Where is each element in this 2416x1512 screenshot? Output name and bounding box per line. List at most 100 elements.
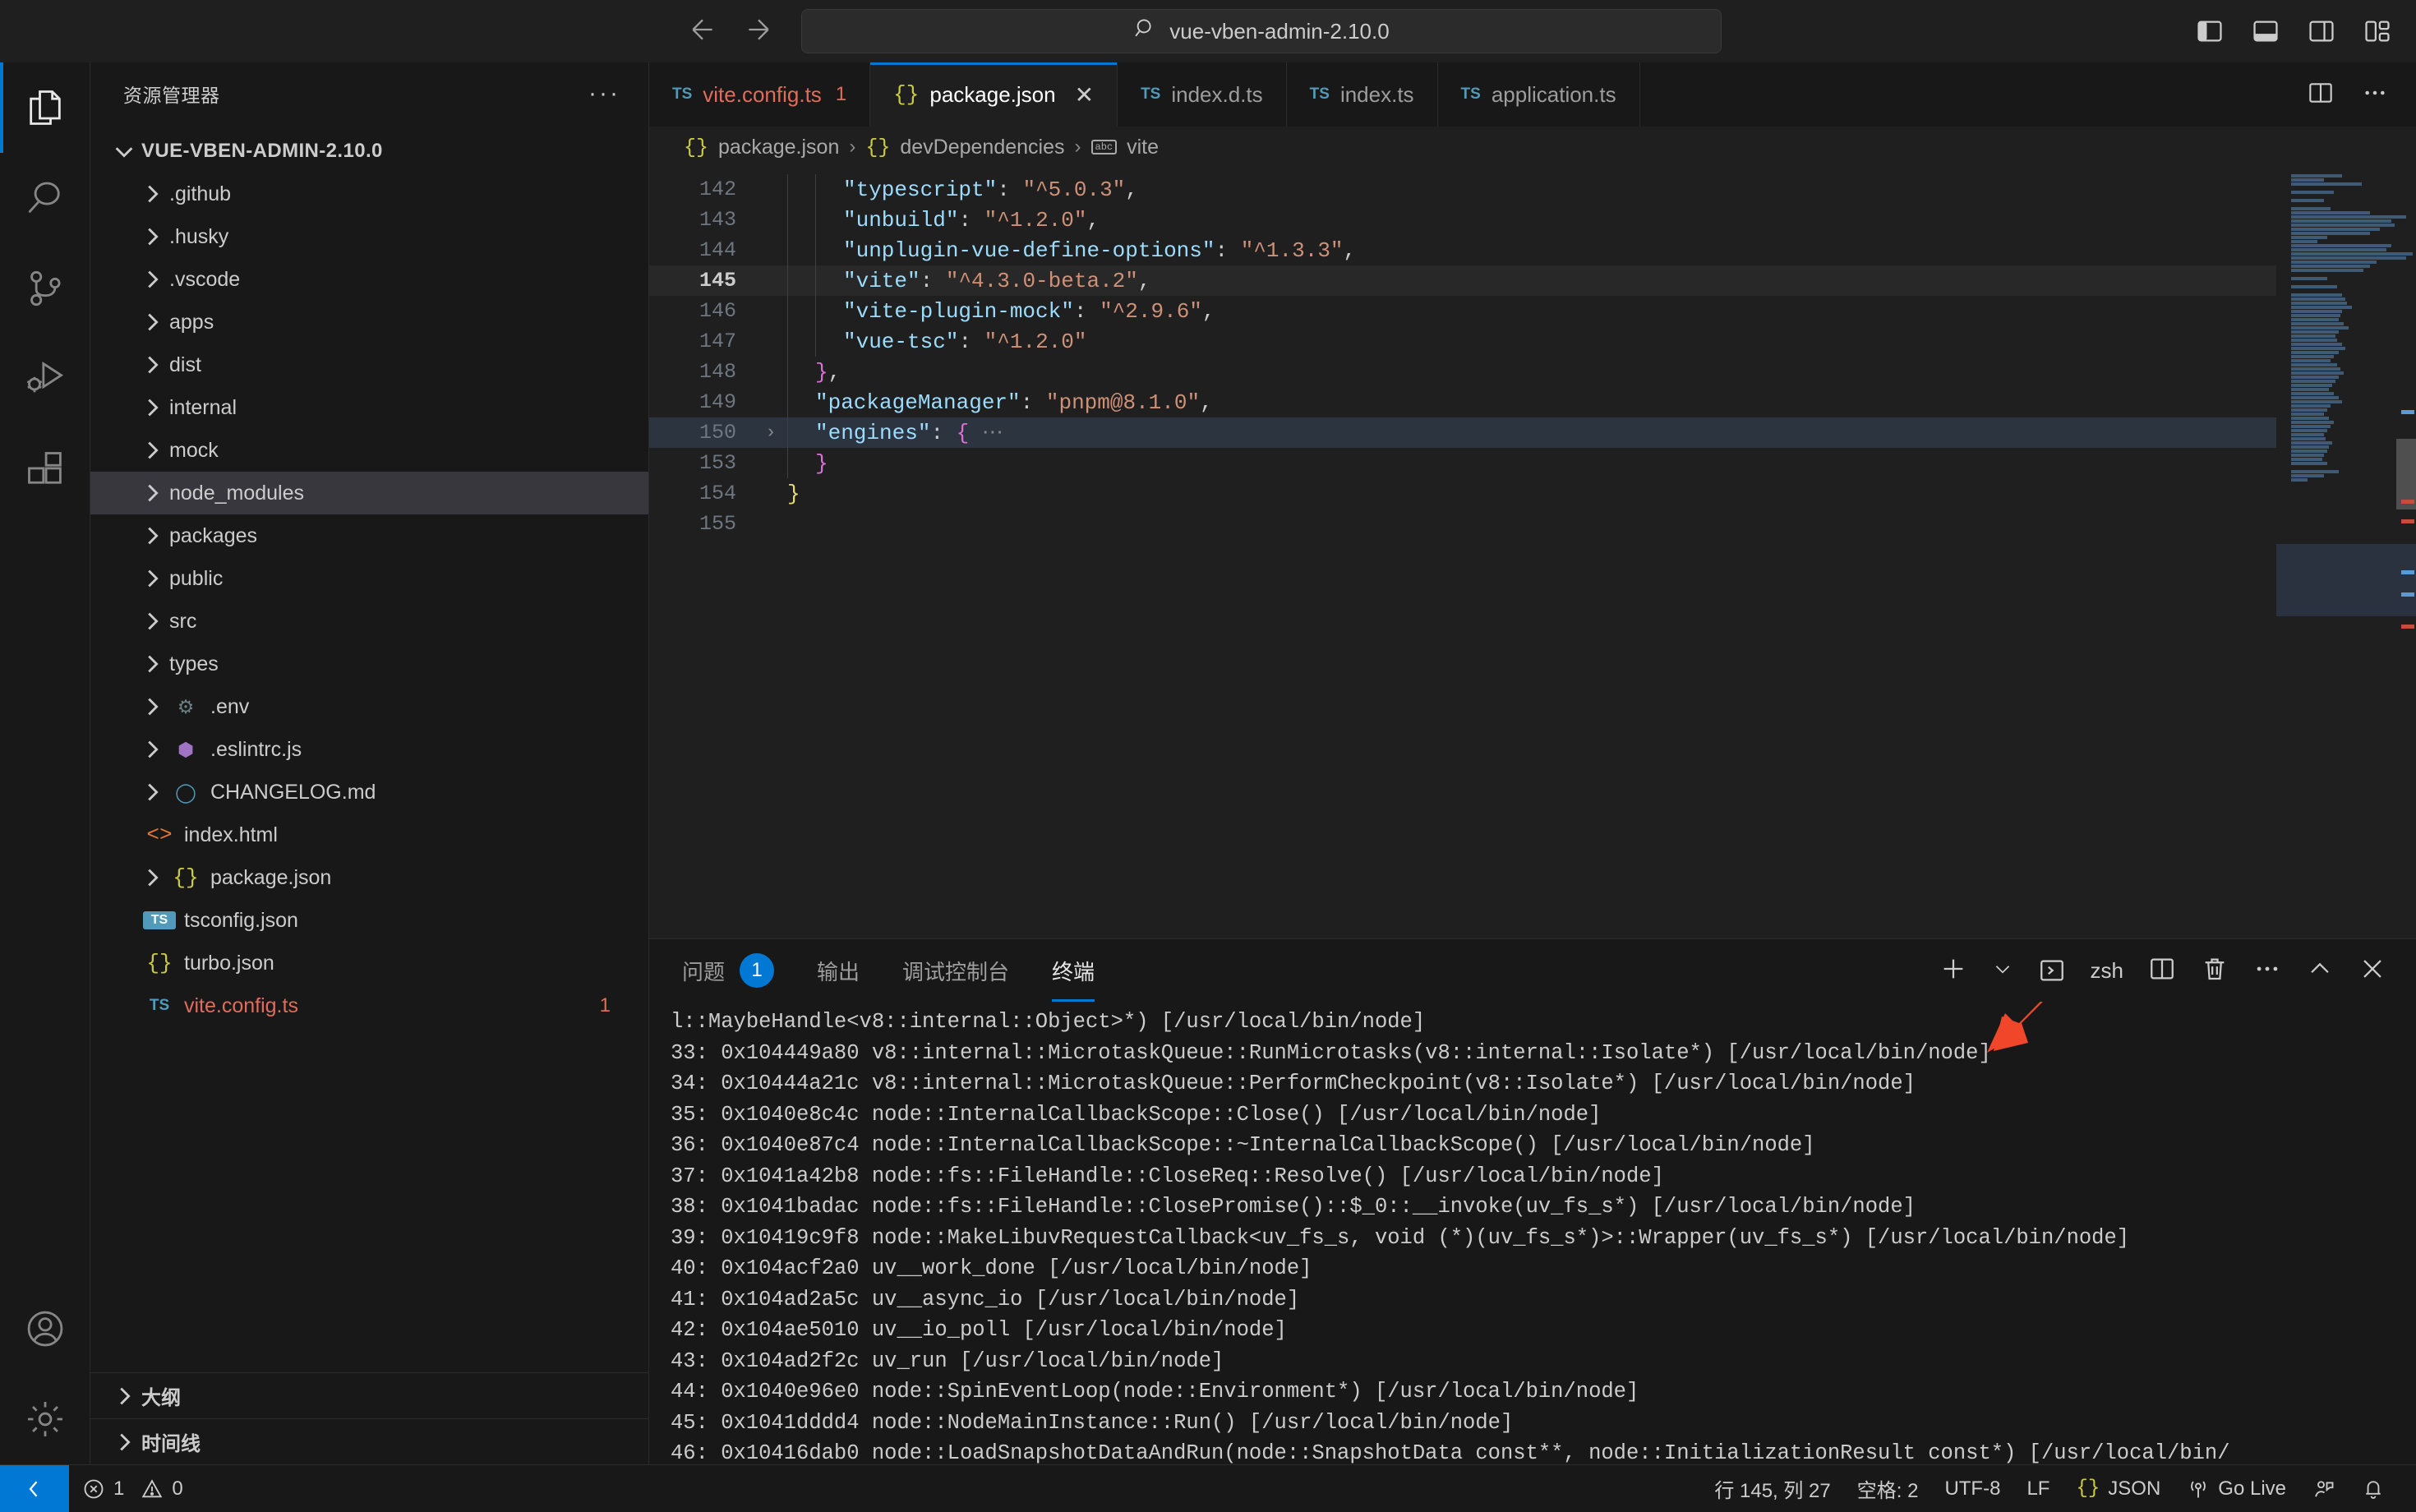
close-icon[interactable]: ✕ bbox=[1075, 81, 1094, 108]
typescript-icon: TS bbox=[149, 997, 170, 1014]
tree-item-github[interactable]: .github bbox=[90, 173, 648, 215]
editor-tab-application-ts[interactable]: TS application.ts bbox=[1437, 62, 1640, 127]
breadcrumb-item-symbol[interactable]: vite bbox=[1127, 136, 1159, 159]
indent-guide bbox=[815, 265, 843, 296]
tree-item-apps[interactable]: apps bbox=[90, 301, 648, 343]
fold-indicator[interactable]: › bbox=[754, 422, 787, 443]
tree-item-vscode[interactable]: .vscode bbox=[90, 258, 648, 301]
tree-item-types[interactable]: types bbox=[90, 643, 648, 685]
tree-item-dist[interactable]: dist bbox=[90, 343, 648, 386]
editor-tabs: TS vite.config.ts 1 {} package.json ✕ TS index.… bbox=[649, 62, 1640, 127]
tree-item-turbo-json[interactable]: {} turbo.json bbox=[90, 942, 648, 984]
activity-item-accounts[interactable] bbox=[0, 1284, 90, 1374]
sidebar-more-actions-icon[interactable]: ··· bbox=[588, 81, 620, 106]
tree-item-label: .github bbox=[169, 182, 232, 205]
editor-vertical-scrollbar[interactable] bbox=[2396, 168, 2416, 938]
broadcast-icon bbox=[2191, 1481, 2206, 1497]
tree-item-src[interactable]: src bbox=[90, 600, 648, 643]
terminal-icon[interactable] bbox=[2038, 957, 2066, 984]
tree-item-node-modules[interactable]: node_modules bbox=[90, 472, 648, 514]
minimap-line bbox=[2291, 260, 2377, 264]
split-editor-icon[interactable] bbox=[2308, 80, 2334, 110]
tree-item-eslintrc-js[interactable]: ⬢ .eslintrc.js bbox=[90, 728, 648, 771]
chevron-up-icon[interactable] bbox=[2306, 955, 2334, 987]
activity-item-run-and-debug[interactable] bbox=[0, 334, 90, 424]
tree-item-packages[interactable]: packages bbox=[90, 514, 648, 557]
code-content[interactable]: 142 "typescript": "^5.0.3", 143 "unbuild": … bbox=[649, 168, 2276, 938]
tree-item-vite-config-ts[interactable]: TS vite.config.ts 1 bbox=[90, 984, 648, 1027]
minimap-viewport-slider[interactable] bbox=[2276, 544, 2416, 616]
status-encoding[interactable]: UTF-8 bbox=[1931, 1465, 2013, 1512]
split-terminal-icon[interactable] bbox=[2148, 955, 2176, 987]
tree-item-label: mock bbox=[169, 438, 219, 462]
status-notifications[interactable] bbox=[2349, 1465, 2398, 1512]
tree-item-label: node_modules bbox=[169, 481, 305, 505]
tree-item-env[interactable]: ⚙ .env bbox=[90, 685, 648, 728]
tree-item-changelog-md[interactable]: ◯ CHANGELOG.md bbox=[90, 771, 648, 814]
editor-tab-package-json[interactable]: {} package.json ✕ bbox=[870, 62, 1118, 127]
terminal-shell-name[interactable]: zsh bbox=[2091, 958, 2123, 984]
terminal-output[interactable]: l::MaybeHandle<v8::internal::Object>*) [… bbox=[649, 1002, 2416, 1464]
activity-item-settings[interactable] bbox=[0, 1374, 90, 1464]
chevron-down-icon[interactable] bbox=[1992, 958, 2013, 984]
terminal-line: 34: 0x10444a21c v8::internal::MicrotaskQ… bbox=[671, 1072, 1916, 1095]
activity-item-extensions[interactable] bbox=[0, 424, 90, 514]
panel-tab-debug-console[interactable]: 调试控制台 bbox=[902, 939, 1009, 1002]
sidebar-section-outline[interactable]: 大纲 bbox=[90, 1372, 648, 1418]
close-icon[interactable] bbox=[2358, 955, 2386, 987]
editor-tab-vite-config-ts[interactable]: TS vite.config.ts 1 bbox=[649, 62, 871, 127]
breadcrumb-item-section[interactable]: devDependencies bbox=[900, 136, 1064, 159]
tree-item-mock[interactable]: mock bbox=[90, 429, 648, 472]
status-feedback[interactable] bbox=[2299, 1465, 2349, 1512]
code-text: "vite-plugin-mock": "^2.9.6", bbox=[843, 298, 1215, 324]
panel-tab-problems[interactable]: 问题 1 bbox=[682, 939, 775, 1002]
more-actions-icon[interactable] bbox=[2253, 955, 2281, 987]
trash-icon[interactable] bbox=[2201, 955, 2229, 987]
minimap-line bbox=[2291, 302, 2347, 305]
activity-item-explorer[interactable] bbox=[0, 62, 90, 153]
code-editor[interactable]: 142 "typescript": "^5.0.3", 143 "unbuild": … bbox=[649, 168, 2416, 938]
minimap[interactable] bbox=[2276, 168, 2416, 938]
line-number: 150 bbox=[699, 421, 736, 445]
typescript-icon: TS bbox=[1460, 85, 1481, 103]
tree-item-husky[interactable]: .husky bbox=[90, 215, 648, 258]
explorer-sidebar: 资源管理器 ··· VUE-VBEN-ADMIN-2.10.0 .github.… bbox=[90, 62, 649, 1464]
tree-root-label: VUE-VBEN-ADMIN-2.10.0 bbox=[141, 140, 383, 162]
tree-item-package-json[interactable]: {} package.json bbox=[90, 856, 648, 899]
back-icon[interactable] bbox=[686, 13, 719, 50]
code-text: "engines": { ⋯ bbox=[815, 421, 1003, 445]
status-eol[interactable]: LF bbox=[2013, 1465, 2063, 1512]
tree-item-tsconfig-json[interactable]: TS tsconfig.json bbox=[90, 899, 648, 942]
code-text: "unplugin-vue-define-options": "^1.3.3", bbox=[843, 237, 1357, 263]
line-number: 143 bbox=[699, 208, 736, 232]
chevron-down-icon bbox=[115, 147, 133, 158]
minimap-line bbox=[2291, 445, 2329, 449]
tree-item-public[interactable]: public bbox=[90, 557, 648, 600]
status-go-live[interactable]: Go Live bbox=[2174, 1465, 2299, 1512]
panel-tab-output[interactable]: 输出 bbox=[817, 939, 860, 1002]
toggle-panel-icon[interactable] bbox=[2252, 17, 2280, 45]
tree-item-label: index.html bbox=[184, 823, 278, 846]
editor-tab-index-d-ts[interactable]: TS index.d.ts bbox=[1118, 62, 1287, 127]
activity-item-source-control[interactable] bbox=[0, 243, 90, 334]
status-language-mode[interactable]: {} JSON bbox=[2063, 1465, 2174, 1512]
plus-icon[interactable] bbox=[1939, 955, 1967, 987]
status-indentation[interactable]: 空格: 2 bbox=[1844, 1465, 1932, 1512]
breadcrumb-item-file[interactable]: package.json bbox=[718, 136, 839, 159]
editor-tab-index-ts[interactable]: TS index.ts bbox=[1286, 62, 1438, 127]
panel-tab-terminal[interactable]: 终端 bbox=[1052, 939, 1095, 1002]
toggle-secondary-sidebar-icon[interactable] bbox=[2308, 17, 2335, 45]
tree-root-folder[interactable]: VUE-VBEN-ADMIN-2.10.0 bbox=[90, 130, 648, 173]
tree-item-index-html[interactable]: <> index.html bbox=[90, 814, 648, 856]
forward-icon[interactable] bbox=[742, 13, 775, 50]
status-cursor-position[interactable]: 行 145, 列 27 bbox=[1701, 1465, 1843, 1512]
activity-item-search[interactable] bbox=[0, 153, 90, 243]
sidebar-section-timeline[interactable]: 时间线 bbox=[90, 1418, 648, 1464]
customize-layout-icon[interactable] bbox=[2363, 17, 2391, 45]
status-problems[interactable]: 1 0 bbox=[69, 1465, 196, 1512]
tree-item-internal[interactable]: internal bbox=[90, 386, 648, 429]
command-center-search[interactable]: vue-vben-admin-2.10.0 bbox=[801, 9, 1722, 53]
status-remote-button[interactable] bbox=[0, 1464, 69, 1512]
toggle-primary-sidebar-icon[interactable] bbox=[2196, 17, 2224, 45]
editor-more-actions-icon[interactable] bbox=[2362, 80, 2388, 110]
